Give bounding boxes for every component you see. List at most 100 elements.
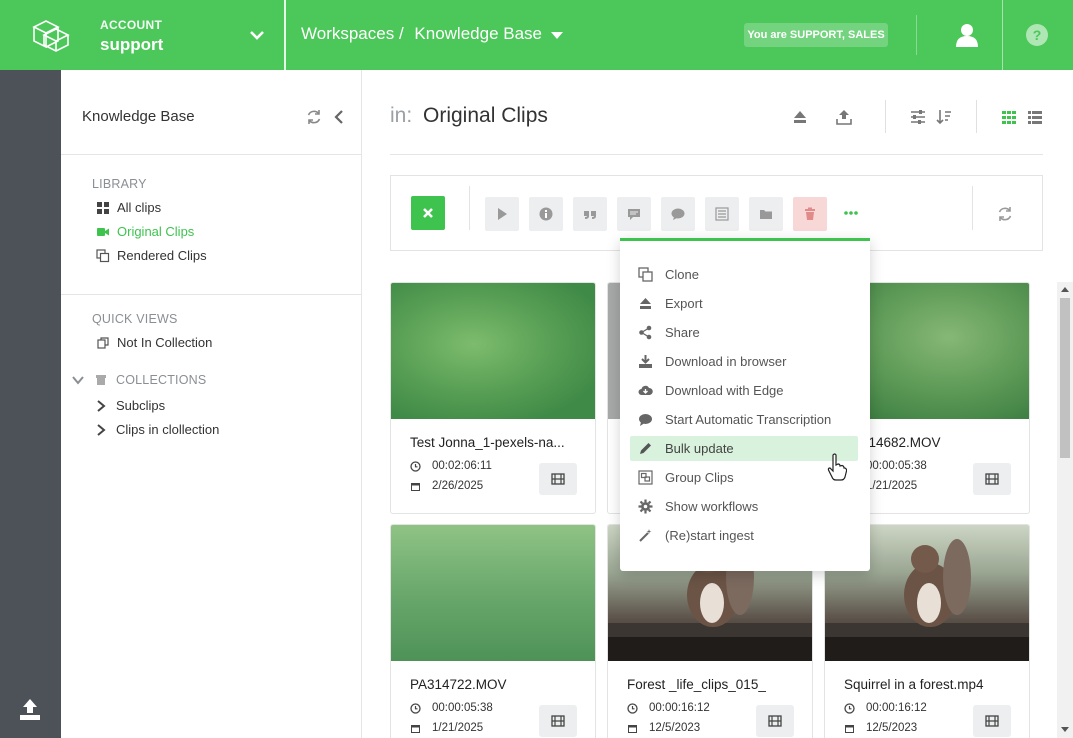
breadcrumb[interactable]: Workspaces / Knowledge Base bbox=[301, 24, 548, 44]
more-actions-menu: Clone Export Share Download in browser D… bbox=[620, 238, 870, 571]
collection-label: Subclips bbox=[116, 398, 166, 413]
role-badge: You are SUPPORT, SALES bbox=[744, 23, 888, 47]
breadcrumb-current[interactable]: Knowledge Base bbox=[414, 24, 542, 43]
menu-item-transcription[interactable]: Start Automatic Transcription bbox=[630, 407, 858, 432]
duration-value: 00:00:16:12 bbox=[866, 702, 927, 714]
divider bbox=[885, 100, 886, 133]
refresh-icon[interactable] bbox=[306, 109, 322, 125]
refresh-icon[interactable] bbox=[997, 206, 1013, 222]
collection-item-clips-in-collection[interactable]: Clips in clollection bbox=[96, 422, 219, 437]
deselect-button[interactable] bbox=[411, 196, 445, 230]
help-icon[interactable]: ? bbox=[1026, 24, 1048, 46]
open-clip-button[interactable] bbox=[539, 705, 577, 737]
open-clip-button[interactable] bbox=[973, 463, 1011, 495]
divider bbox=[1002, 0, 1003, 70]
clip-card[interactable]: Test Jonna_1-pexels-na... 00:02:06:11 2/… bbox=[390, 282, 596, 514]
list-view-icon[interactable] bbox=[1027, 109, 1043, 125]
quick-views-title: QUICK VIEWS bbox=[92, 312, 178, 326]
scroll-down-icon[interactable] bbox=[1061, 727, 1069, 733]
menu-item-label: Share bbox=[665, 325, 700, 340]
metadata-button[interactable] bbox=[705, 197, 739, 231]
more-icon[interactable] bbox=[844, 207, 858, 219]
comments-icon bbox=[671, 208, 685, 220]
menu-item-share[interactable]: Share bbox=[630, 320, 858, 345]
delete-button[interactable] bbox=[793, 197, 827, 231]
open-clip-button[interactable] bbox=[756, 705, 794, 737]
clock-icon bbox=[410, 702, 421, 714]
close-icon bbox=[423, 208, 433, 218]
clip-thumbnail[interactable] bbox=[391, 525, 595, 661]
comment-button[interactable] bbox=[617, 197, 651, 231]
clip-name: Forest _life_clips_015_ bbox=[627, 677, 766, 692]
play-button[interactable] bbox=[485, 197, 519, 231]
library-section: LIBRARY All clips Original Clips Rendere… bbox=[61, 155, 361, 295]
menu-item-download-browser[interactable]: Download in browser bbox=[630, 349, 858, 374]
sidebar-item-label: Original Clips bbox=[117, 224, 195, 239]
upload-icon[interactable] bbox=[836, 109, 852, 125]
menu-item-group-clips[interactable]: Group Clips bbox=[630, 465, 858, 490]
chevron-right-icon[interactable] bbox=[96, 423, 106, 437]
filter-sliders-icon[interactable] bbox=[910, 109, 926, 125]
move-to-folder-button[interactable] bbox=[749, 197, 783, 231]
comment-icon bbox=[639, 414, 652, 426]
app-logo-icon[interactable] bbox=[30, 17, 70, 53]
date-value: 12/5/2023 bbox=[649, 722, 701, 734]
chevron-down-icon[interactable] bbox=[248, 26, 266, 44]
pencil-icon bbox=[640, 443, 651, 454]
info-icon bbox=[539, 207, 553, 221]
caret-down-icon[interactable] bbox=[550, 30, 564, 40]
duration-value: 00:02:06:11 bbox=[432, 460, 492, 472]
scroll-up-icon[interactable] bbox=[1061, 286, 1069, 292]
clip-name: Test Jonna_1-pexels-na... bbox=[410, 435, 565, 450]
sidebar-header: Knowledge Base bbox=[61, 70, 361, 155]
scrollbar-thumb[interactable] bbox=[1060, 298, 1070, 458]
open-clip-button[interactable] bbox=[539, 463, 577, 495]
clone-icon bbox=[638, 267, 653, 282]
film-icon bbox=[768, 715, 782, 727]
sidebar-item-original-clips[interactable]: Original Clips bbox=[96, 224, 194, 239]
clip-thumbnail[interactable] bbox=[391, 283, 595, 419]
sidebar-item-not-in-collection[interactable]: Not In Collection bbox=[96, 335, 212, 350]
menu-item-clone[interactable]: Clone bbox=[630, 262, 858, 287]
grid-view-icon[interactable] bbox=[1001, 109, 1017, 125]
account-name: support bbox=[100, 35, 164, 54]
menu-item-label: Download with Edge bbox=[665, 383, 784, 398]
collection-item-subclips[interactable]: Subclips bbox=[96, 398, 165, 413]
menu-item-bulk-update[interactable]: Bulk update bbox=[630, 436, 858, 461]
eject-icon[interactable] bbox=[792, 109, 808, 125]
film-icon bbox=[551, 715, 565, 727]
quote-button[interactable] bbox=[573, 197, 607, 231]
library-sidebar: Knowledge Base LIBRARY All clips Origina… bbox=[61, 70, 362, 738]
account-switcher[interactable]: ACCOUNT support bbox=[100, 18, 163, 55]
menu-item-download-edge[interactable]: Download with Edge bbox=[630, 378, 858, 403]
upload-icon[interactable] bbox=[18, 697, 42, 721]
chevron-down-icon[interactable] bbox=[72, 374, 84, 386]
open-clip-button[interactable] bbox=[973, 705, 1011, 737]
info-button[interactable] bbox=[529, 197, 563, 231]
menu-item-show-workflows[interactable]: Show workflows bbox=[630, 494, 858, 519]
menu-item-label: Start Automatic Transcription bbox=[665, 412, 832, 427]
clip-duration: 00:02:06:11 bbox=[410, 460, 492, 472]
menu-item-export[interactable]: Export bbox=[630, 291, 858, 316]
sidebar-item-rendered-clips[interactable]: Rendered Clips bbox=[96, 248, 207, 263]
discussion-button[interactable] bbox=[661, 197, 695, 231]
calendar-icon bbox=[845, 724, 854, 733]
chevron-right-icon[interactable] bbox=[96, 399, 106, 413]
left-rail bbox=[0, 70, 61, 738]
group-icon bbox=[638, 470, 653, 485]
sidebar-item-all-clips[interactable]: All clips bbox=[96, 200, 161, 215]
sort-icon[interactable] bbox=[936, 109, 952, 125]
sidebar-item-label: Rendered Clips bbox=[117, 248, 207, 263]
duration-value: 00:00:16:12 bbox=[649, 702, 710, 714]
chevron-left-icon[interactable] bbox=[332, 109, 346, 125]
cog-icon bbox=[638, 499, 653, 514]
menu-item-restart-ingest[interactable]: (Re)start ingest bbox=[630, 523, 858, 548]
top-bar: ACCOUNT support Workspaces / Knowledge B… bbox=[0, 0, 1073, 70]
clip-card[interactable]: PA314722.MOV 00:00:05:38 1/21/2025 bbox=[390, 524, 596, 738]
user-icon[interactable] bbox=[956, 23, 978, 47]
breadcrumb-workspaces[interactable]: Workspaces / bbox=[301, 24, 404, 43]
title-prefix: in: bbox=[390, 104, 413, 127]
download-icon bbox=[639, 355, 652, 368]
menu-item-label: (Re)start ingest bbox=[665, 528, 754, 543]
clip-duration: 00:00:16:12 bbox=[844, 702, 927, 714]
